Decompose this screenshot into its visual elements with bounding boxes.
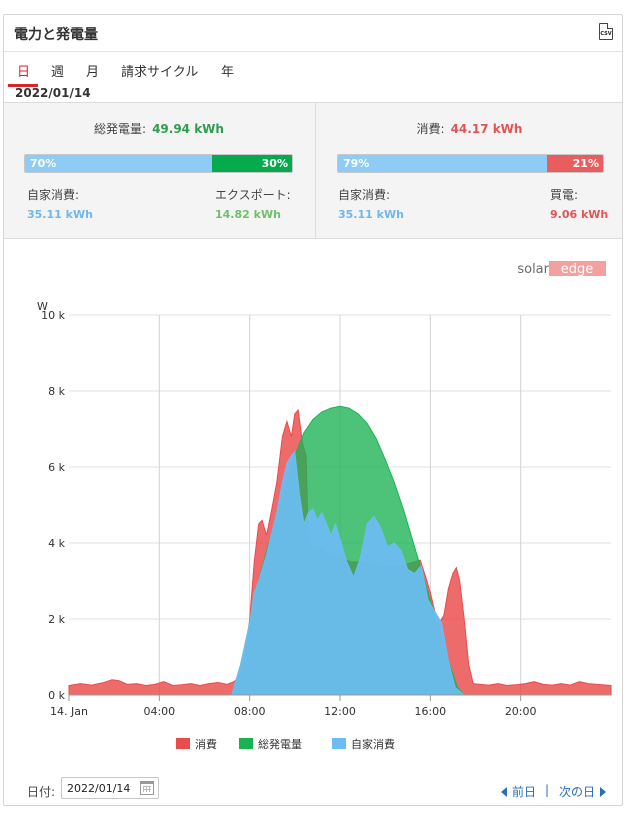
power-energy-widget: 電力と発電量 CSV 日 週 月 請求サイクル 年 2022/01/14 総発電…: [3, 14, 623, 806]
previous-day-label: 前日: [512, 785, 537, 799]
x-tick-label: 16:00: [414, 705, 446, 718]
chart-series: [68, 405, 612, 696]
production-self-consumption-label: 自家消費:: [27, 188, 80, 202]
date-picker-value: 2022/01/14: [67, 782, 131, 795]
x-tick-label: 20:00: [505, 705, 537, 718]
production-total-value: 49.94 kWh: [152, 122, 224, 136]
power-chart: solar edge W 0 k2 k4 k6 k8 k 10 k 14. Jan 0…: [4, 238, 622, 758]
y-tick-label: 4 k: [48, 537, 65, 550]
consumption-total: 消費: 44.17 kWh: [316, 120, 623, 137]
production-export-segment: 30%: [211, 155, 292, 172]
next-day-link[interactable]: 次の日: [559, 783, 607, 800]
x-tick-label: 12:00: [324, 705, 356, 718]
tab-year[interactable]: 年: [221, 61, 234, 80]
legend-item-self-consumption[interactable]: 自家消費: [332, 737, 395, 751]
consumption-self-consumption-value: 35.11 kWh: [338, 208, 404, 221]
consumption-total-value: 44.17 kWh: [450, 122, 523, 136]
legend-swatch: [176, 738, 190, 749]
consumption-total-label: 消費:: [416, 122, 445, 136]
logo-text-edge: edge: [561, 262, 594, 277]
x-tick-label: 04:00: [143, 705, 175, 718]
production-summary: 総発電量: 49.94 kWh 70% 30% 自家消費: 35.11 kWh エ…: [4, 103, 314, 238]
legend-label: 自家消費: [351, 737, 395, 751]
import-label: 買電:: [550, 188, 579, 202]
production-self-consumption-value: 35.11 kWh: [27, 208, 93, 221]
consumption-import-segment: 21%: [547, 155, 603, 172]
power-chart-svg: solar edge W 0 k2 k4 k6 k8 k10 k14. Jan 0…: [37, 261, 612, 751]
tab-month[interactable]: 月: [86, 61, 99, 80]
consumption-self-consumption-label: 自家消費:: [338, 188, 391, 202]
legend-label: 消費: [195, 737, 217, 751]
csv-icon-label: CSV: [600, 31, 612, 37]
chart-legend: 消費 総発電量 自家消費: [176, 737, 395, 751]
consumption-split-bar: 79% 21%: [337, 154, 604, 173]
triangle-right-icon: [600, 787, 607, 797]
next-day-label: 次の日: [559, 785, 596, 799]
triangle-left-icon: [501, 787, 507, 797]
consumption-summary: 消費: 44.17 kWh 79% 21% 自家消費: 35.11 kWh 買電:…: [315, 103, 623, 238]
export-value: 14.82 kWh: [215, 208, 281, 221]
legend-label: 総発電量: [258, 737, 302, 751]
legend-swatch: [332, 738, 346, 749]
production-self-consumption-segment: 70%: [25, 155, 212, 172]
widget-header: 電力と発電量 CSV: [4, 15, 622, 52]
production-total: 総発電量: 49.94 kWh: [4, 120, 314, 137]
tab-week[interactable]: 週: [51, 61, 64, 80]
date-navigation: 日付: 2022/01/14 前日 | 次の日: [4, 759, 622, 805]
calendar-icon[interactable]: [140, 781, 154, 795]
selected-date-label: 2022/01/14: [15, 86, 91, 100]
tab-day[interactable]: 日: [17, 61, 30, 80]
legend-item-production[interactable]: 総発電量: [239, 737, 302, 751]
legend-item-consumption[interactable]: 消費: [176, 737, 217, 751]
logo-text-solar: solar: [517, 262, 549, 277]
consumption-self-consumption-segment: 79%: [338, 155, 548, 172]
y-tick-label: 2 k: [48, 613, 65, 626]
y-tick-label: 0 k: [48, 689, 65, 702]
y-tick-label: 8 k: [48, 385, 65, 398]
import-value: 9.06 kWh: [550, 208, 609, 221]
production-total-label: 総発電量:: [94, 122, 147, 136]
period-tabs: 日 週 月 請求サイクル 年: [4, 52, 622, 87]
production-split-bar: 70% 30%: [24, 154, 293, 173]
solaredge-logo: solar edge: [517, 261, 606, 277]
legend-swatch: [239, 738, 253, 749]
previous-day-link[interactable]: 前日: [501, 783, 536, 800]
csv-export-icon[interactable]: CSV: [599, 23, 613, 40]
date-picker-input[interactable]: 2022/01/14: [61, 777, 159, 799]
nav-separator: |: [545, 783, 550, 797]
energy-summary: 総発電量: 49.94 kWh 70% 30% 自家消費: 35.11 kWh エ…: [4, 102, 622, 239]
tab-billing-cycle[interactable]: 請求サイクル: [121, 61, 198, 80]
date-field-label: 日付:: [27, 785, 56, 799]
export-label: エクスポート:: [215, 188, 291, 202]
x-tick-label: 08:00: [234, 705, 266, 718]
x-tick-label: 14. Jan: [50, 705, 88, 718]
y-tick-label: 10 k: [41, 309, 65, 322]
widget-title: 電力と発電量: [14, 27, 98, 43]
y-tick-label: 6 k: [48, 461, 65, 474]
